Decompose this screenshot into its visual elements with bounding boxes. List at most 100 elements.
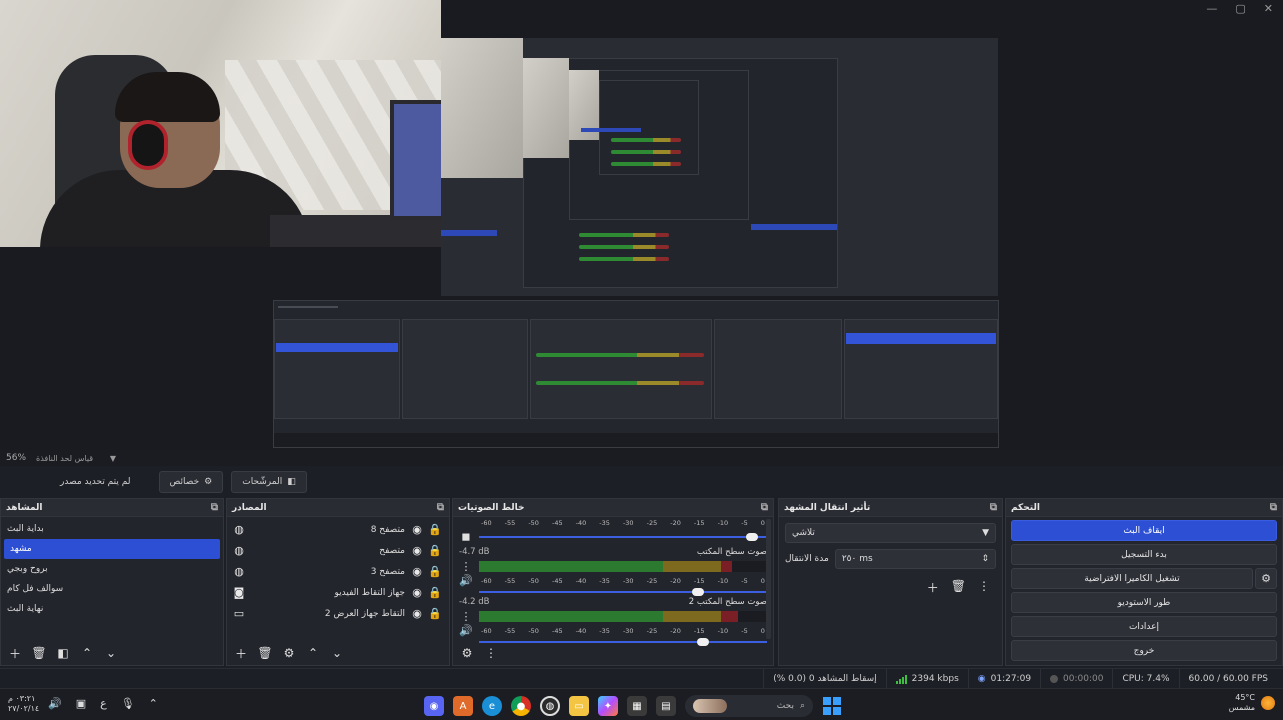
program-preview[interactable]: — ▢ ✕ — [0, 0, 1283, 450]
scenes-dock: المشاهد ⧉ بداية البث مشهد بروح وبجي سوال… — [0, 498, 224, 666]
volume-fader[interactable] — [479, 532, 767, 542]
stop-stream-button[interactable]: ايقاف البث — [1011, 520, 1277, 541]
mixer-channel-name: صوت سطح المكتب — [696, 547, 767, 557]
clock-date: ٢٧/٠٢/١٤ — [8, 704, 40, 713]
discord-icon[interactable]: ◉ — [424, 696, 444, 716]
mixer-scrollbar[interactable] — [766, 519, 771, 639]
meter-ticks: -60 -55 -50 -45 -40 -35 -30 -25 -20 -15 -10 -5 0 — [481, 576, 765, 585]
source-label: التقاط جهاز العرض 2 — [324, 608, 405, 619]
eye-icon[interactable]: ◉ — [411, 586, 423, 599]
mute-icon[interactable]: ◼ — [459, 530, 473, 543]
system-tray: 🔊 ▣ ع 🎙 ⌃ — [48, 697, 158, 710]
lock-icon[interactable]: 🔒 — [428, 607, 442, 620]
gear-icon[interactable]: ⚙ — [1255, 568, 1277, 589]
taskview-icon[interactable]: ▤ — [656, 696, 676, 716]
language-indicator[interactable]: ع — [100, 697, 107, 710]
source-item[interactable]: ◍ متصفح 8 ◉ 🔒 — [227, 519, 449, 540]
scene-item-active[interactable]: مشهد — [4, 539, 220, 559]
weather-widget[interactable]: 45°C مشمس — [1229, 693, 1275, 713]
taskbar-search[interactable]: بحث ⌕ — [685, 695, 813, 717]
scene-item[interactable]: سوالف فل كام — [1, 579, 223, 599]
kebab-menu-icon[interactable]: ⋮ — [978, 579, 990, 596]
fader-knob[interactable] — [746, 532, 759, 541]
undock-icon[interactable]: ⧉ — [761, 502, 768, 513]
windows-start-icon[interactable] — [822, 696, 842, 716]
status-bar: إسقاط المشاهد 0 (0.0 %) 2394 kbps ◉ 01:2… — [0, 668, 1283, 688]
scene-item[interactable]: بداية البث — [1, 519, 223, 539]
transition-duration-row: مدة الانتقال ٢٥٠ ms ⇕ — [785, 549, 996, 569]
source-item[interactable]: ▭ التقاط جهاز العرض 2 ◉ 🔒 — [227, 603, 449, 624]
eye-icon[interactable]: ◉ — [411, 607, 423, 620]
store-icon[interactable]: ▦ — [627, 696, 647, 716]
studio-mode-button[interactable]: طور الاستوديو — [1011, 592, 1277, 613]
filter-icon: ◧ — [287, 477, 296, 487]
kebab-menu-icon[interactable]: ⋮ — [459, 610, 473, 623]
speaker-icon[interactable]: 🔊 — [48, 697, 62, 710]
chevron-up-icon[interactable]: ⌃ — [149, 697, 158, 710]
chevron-up-icon[interactable]: ⌃ — [79, 645, 95, 661]
undock-icon[interactable]: ⧉ — [1270, 502, 1277, 513]
stepper-icon[interactable]: ⇕ — [981, 554, 989, 564]
taskbar-clock[interactable]: ٠٣:٢١ م ٢٧/٠٢/١٤ — [8, 694, 39, 714]
minimize-button[interactable]: — — [1206, 2, 1217, 15]
trash-icon[interactable]: 🗑 — [951, 579, 966, 596]
source-item[interactable]: ◍ متصفح 3 ◉ 🔒 — [227, 561, 449, 582]
copilot-icon[interactable]: ✦ — [598, 696, 618, 716]
gear-icon[interactable]: ⚙ — [281, 645, 297, 661]
virtual-camera-button[interactable]: تشغيل الكاميرا الافتراضية — [1011, 568, 1253, 589]
add-transition-icon[interactable]: ＋ — [927, 579, 939, 596]
edge-icon[interactable]: e — [482, 696, 502, 716]
maximize-button[interactable]: ▢ — [1235, 2, 1245, 15]
eye-icon[interactable]: ◉ — [411, 544, 423, 557]
transitions-dock: تأثير انتقال المشهد ⧉ تلاشي ▼ مدة الانتق… — [778, 498, 1003, 666]
network-icon[interactable]: ▣ — [76, 697, 86, 710]
eye-icon[interactable]: ◉ — [411, 565, 423, 578]
record-time: 00:00:00 — [1063, 673, 1104, 684]
filters-button[interactable]: المرشّحات ◧ — [231, 471, 307, 493]
undock-icon[interactable]: ⧉ — [990, 502, 997, 513]
exit-button[interactable]: خروج — [1011, 640, 1277, 661]
chevron-down-icon: ▼ — [109, 453, 117, 463]
chrome-icon[interactable]: ● — [511, 696, 531, 716]
add-scene-icon[interactable]: ＋ — [7, 645, 23, 661]
obs-icon[interactable]: ◍ — [540, 696, 560, 716]
chevron-down-icon[interactable]: ⌄ — [329, 645, 345, 661]
speaker-icon[interactable]: 🔊 — [459, 624, 473, 637]
lock-icon[interactable]: 🔒 — [428, 523, 442, 536]
chevron-up-icon[interactable]: ⌃ — [305, 645, 321, 661]
zoom-select[interactable]: قياس لحد النافذة ▼ — [36, 454, 116, 463]
app-a-icon[interactable]: A — [453, 696, 473, 716]
zoom-percent[interactable]: 56% — [6, 453, 26, 463]
start-recording-button[interactable]: بدء التسجيل — [1011, 544, 1277, 565]
folder-icon[interactable]: ▭ — [569, 696, 589, 716]
filter-icon[interactable]: ◧ — [55, 645, 71, 661]
scene-item[interactable]: نهاية البث — [1, 599, 223, 619]
trash-icon[interactable]: 🗑 — [31, 645, 47, 661]
settings-button[interactable]: إعدادات — [1011, 616, 1277, 637]
transition-duration-input[interactable]: ٢٥٠ ms ⇕ — [834, 549, 996, 569]
add-source-icon[interactable]: ＋ — [233, 645, 249, 661]
gear-icon[interactable]: ⚙ — [459, 645, 475, 661]
chevron-down-icon[interactable]: ⌄ — [103, 645, 119, 661]
lock-icon[interactable]: 🔒 — [428, 586, 442, 599]
webcam-feed — [0, 0, 441, 247]
close-button[interactable]: ✕ — [1264, 2, 1273, 15]
kebab-menu-icon[interactable]: ⋮ — [459, 560, 473, 573]
undock-icon[interactable]: ⧉ — [211, 502, 218, 513]
properties-button[interactable]: خصائص ⚙ — [158, 471, 224, 493]
mixer-title: خالط الصوتيات — [458, 502, 525, 513]
trash-icon[interactable]: 🗑 — [257, 645, 273, 661]
source-label: متصفح 3 — [370, 566, 405, 577]
eye-icon[interactable]: ◉ — [411, 523, 423, 536]
source-item[interactable]: ◍ متصفح ◉ 🔒 — [227, 540, 449, 561]
scene-item[interactable]: بروح وبجي — [1, 559, 223, 579]
lock-icon[interactable]: 🔒 — [428, 544, 442, 557]
transition-type-select[interactable]: تلاشي ▼ — [785, 523, 996, 543]
kebab-menu-icon[interactable]: ⋮ — [483, 645, 499, 661]
undock-icon[interactable]: ⧉ — [437, 502, 444, 513]
source-item[interactable]: ◙ جهاز التقاط الفيديو ◉ 🔒 — [227, 582, 449, 603]
lock-icon[interactable]: 🔒 — [428, 565, 442, 578]
meter-ticks: -60 -55 -50 -45 -40 -35 -30 -25 -20 -15 -10 -5 0 — [481, 519, 765, 527]
microphone-icon[interactable]: 🎙 — [121, 697, 135, 710]
speaker-icon[interactable]: 🔊 — [459, 574, 473, 587]
